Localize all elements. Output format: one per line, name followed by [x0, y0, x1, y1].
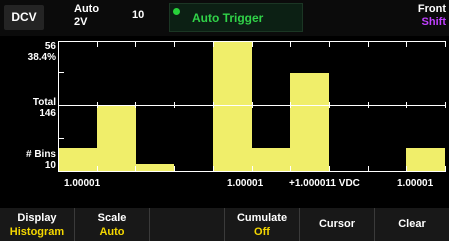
x-tick: [97, 166, 98, 172]
x-tick: [135, 166, 136, 172]
trigger-led-icon: [173, 8, 180, 15]
x-tick: [252, 166, 253, 172]
trigger-status: Auto Trigger: [169, 3, 303, 32]
x-tick: [445, 166, 446, 172]
x-tick: [329, 166, 330, 172]
bins-label: # Bins: [25, 149, 56, 160]
histogram-bar: [58, 148, 97, 171]
x-tick: [97, 41, 98, 47]
x-tick: [290, 102, 291, 108]
y-tick: [58, 105, 64, 106]
scale-softkey-value: Auto: [99, 226, 125, 238]
x-tick: [213, 102, 214, 108]
x-tick: [252, 102, 253, 108]
x-tick: [174, 166, 175, 172]
x-tick: [213, 166, 214, 172]
bins-value: 10: [44, 160, 56, 171]
y-tick: [58, 171, 64, 172]
histogram-bar: [135, 164, 174, 171]
display-softkey-value: Histogram: [9, 226, 65, 238]
histogram-bar: [97, 106, 136, 171]
cursor-softkey-label: Cursor: [318, 218, 356, 230]
x-label-left: 1.00001: [64, 178, 101, 189]
cumulate-softkey-label: Cumulate: [236, 212, 288, 224]
shift-label: Shift: [421, 16, 446, 28]
x-tick: [445, 102, 446, 108]
x-tick: [329, 102, 330, 108]
x-tick: [174, 41, 175, 47]
x-tick: [290, 166, 291, 172]
x-tick: [329, 41, 330, 47]
x-tick: [252, 41, 253, 47]
x-tick: [368, 166, 369, 172]
cumulate-softkey-value: Off: [254, 226, 270, 238]
x-tick: [406, 41, 407, 47]
blank-softkey[interactable]: [150, 208, 225, 241]
histogram-bar: [213, 41, 252, 171]
status-bar: DCV Auto 2V 10 Auto Trigger Front Shift: [0, 0, 449, 36]
display-softkey-label: Display: [17, 212, 57, 224]
x-tick: [97, 102, 98, 108]
x-label-mean: +1.000011 VDC: [289, 178, 360, 189]
x-tick: [290, 41, 291, 47]
cursor-softkey[interactable]: Cursor: [300, 208, 375, 241]
x-tick: [213, 41, 214, 47]
x-tick: [135, 102, 136, 108]
x-tick: [406, 102, 407, 108]
clear-softkey[interactable]: Clear: [375, 208, 449, 241]
trigger-label: Auto Trigger: [192, 11, 264, 25]
x-tick: [174, 102, 175, 108]
max-percent-label: 38.4%: [27, 52, 56, 63]
x-tick: [135, 41, 136, 47]
display-softkey[interactable]: Display Histogram: [0, 208, 75, 241]
range-indicator: Auto 2V: [74, 3, 99, 29]
x-label-center: 1.00001: [227, 178, 264, 189]
cumulate-softkey[interactable]: Cumulate Off: [225, 208, 300, 241]
range-auto: Auto: [74, 3, 100, 15]
y-tick: [58, 72, 64, 73]
panel-indicator: Front Shift: [418, 3, 446, 29]
x-tick: [406, 166, 407, 172]
scale-softkey-label: Scale: [97, 212, 127, 224]
x-tick: [368, 41, 369, 47]
x-tick: [445, 41, 446, 47]
scale-softkey[interactable]: Scale Auto: [75, 208, 150, 241]
front-label: Front: [417, 3, 446, 15]
range-value: 2V: [74, 16, 88, 28]
x-label-right: 1.00001: [397, 178, 434, 189]
y-tick: [58, 138, 64, 139]
x-tick: [368, 102, 369, 108]
max-count-label: 56: [44, 41, 56, 52]
clear-softkey-label: Clear: [398, 218, 426, 230]
total-value: 146: [39, 108, 56, 119]
y-tick: [58, 41, 64, 42]
total-label: Total: [32, 97, 56, 108]
histogram-bar: [290, 73, 329, 171]
histogram-bar: [252, 148, 291, 171]
measurement-mode[interactable]: DCV: [4, 5, 44, 30]
digits-indicator: 10: [132, 9, 145, 21]
histogram-bar: [406, 148, 445, 171]
softkey-bar: Display Histogram Scale Auto Cumulate Of…: [0, 208, 449, 241]
